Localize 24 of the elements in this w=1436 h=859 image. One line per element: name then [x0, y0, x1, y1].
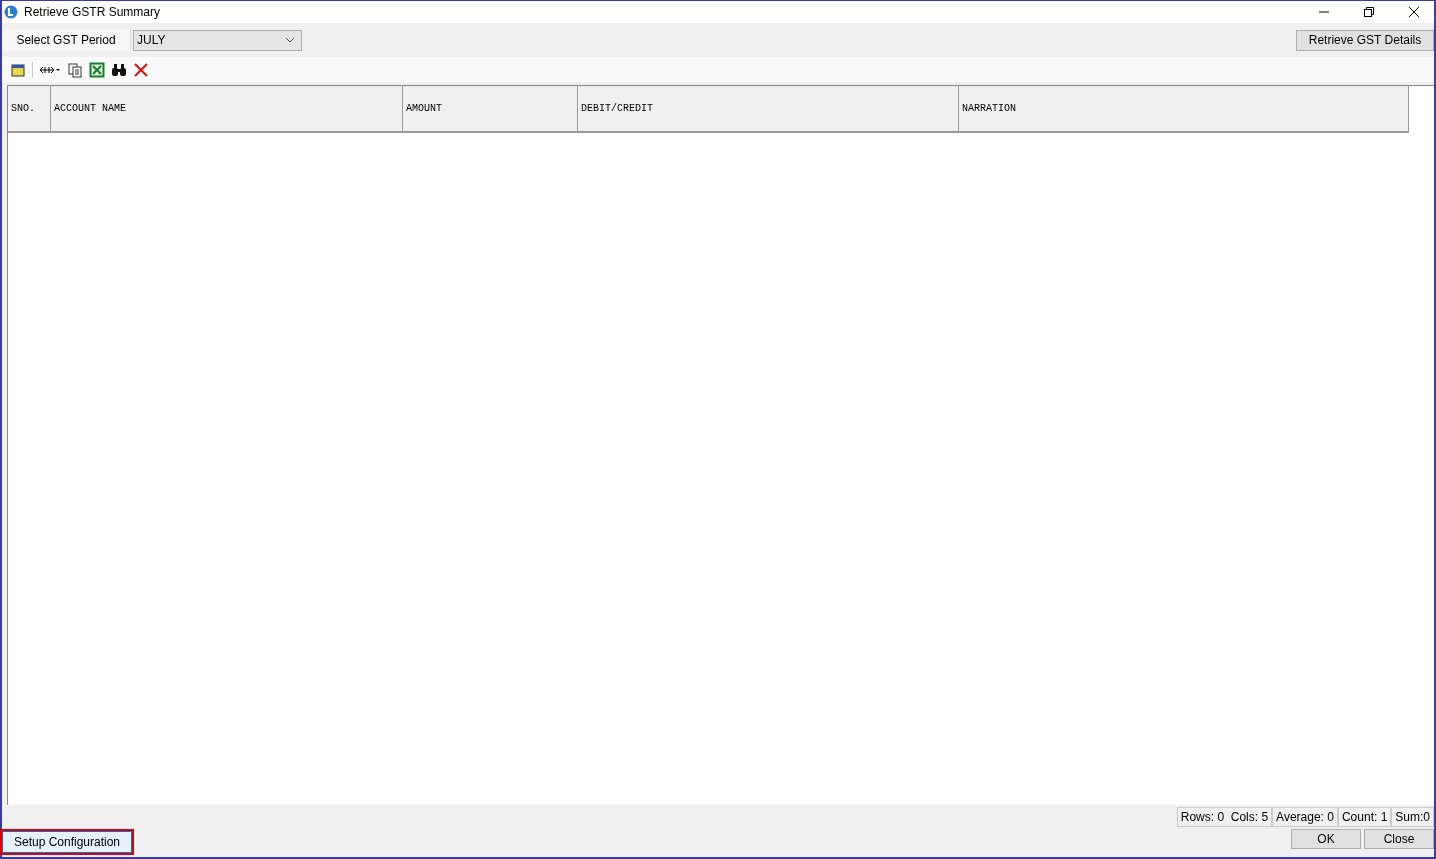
- binoculars-icon[interactable]: [111, 61, 127, 78]
- status-cell: Sum:0: [1391, 807, 1434, 827]
- period-label: Select GST Period: [2, 29, 131, 51]
- copy-icon[interactable]: [67, 61, 83, 78]
- column-header[interactable]: SNO.: [8, 86, 51, 133]
- status-cell: Count: 1: [1337, 807, 1392, 827]
- window-title: Retrieve GSTR Summary: [24, 5, 161, 19]
- setup-configuration-button[interactable]: Setup Configuration: [2, 831, 132, 853]
- status-cell: Rows: 0 Cols: 5: [1176, 807, 1273, 827]
- delete-icon[interactable]: [133, 61, 149, 78]
- close-icon[interactable]: [1408, 6, 1420, 18]
- column-header[interactable]: NARRATION: [959, 86, 1409, 133]
- column-header[interactable]: ACCOUNT NAME: [51, 86, 403, 133]
- retrieve-button[interactable]: Retrieve GST Details: [1296, 29, 1434, 51]
- spreadsheet-icon[interactable]: [89, 61, 105, 78]
- dialog-button[interactable]: Close: [1364, 829, 1434, 849]
- column-header[interactable]: AMOUNT: [403, 86, 578, 133]
- window-icon[interactable]: [10, 61, 26, 78]
- dialog-button[interactable]: OK: [1291, 829, 1361, 849]
- column-header[interactable]: DEBIT/CREDIT: [578, 86, 959, 133]
- status-cell: Average: 0: [1272, 807, 1338, 827]
- period-dropdown[interactable]: JULY: [133, 29, 302, 51]
- restore-icon[interactable]: [1363, 6, 1375, 18]
- chevron-down-icon: [285, 37, 295, 43]
